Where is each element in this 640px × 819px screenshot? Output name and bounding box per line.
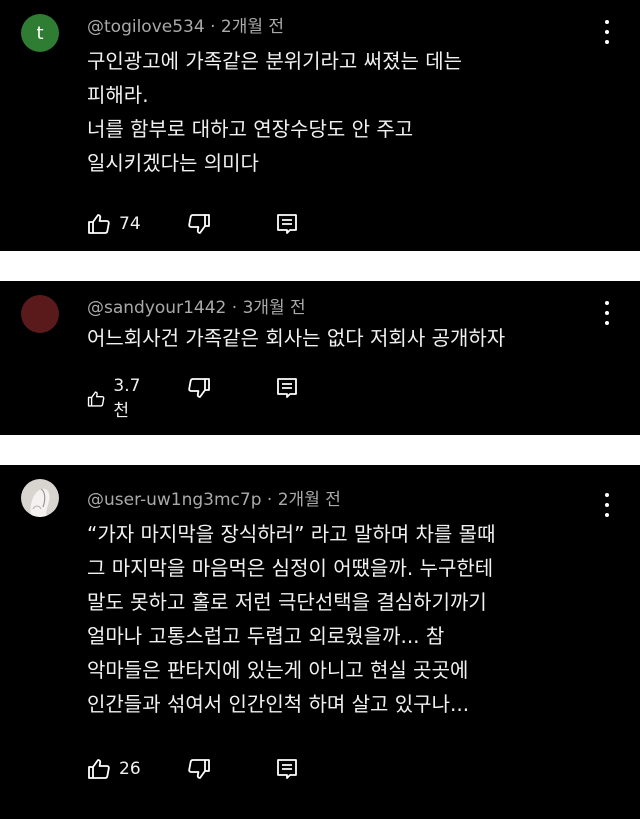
comment-text: “가자 마지막을 장식하러” 라고 말하며 차를 몰때 그 마지막을 마음먹은 … [87, 517, 567, 721]
username[interactable]: @sandyour1442 [87, 298, 226, 318]
dislike-button[interactable] [187, 212, 211, 236]
comment-meta: @sandyour1442 · 3개월 전 [87, 293, 306, 318]
reply-icon [277, 759, 297, 779]
comment-line: “가자 마지막을 장식하러” 라고 말하며 차를 몰때 [87, 522, 496, 546]
avatar[interactable] [21, 479, 59, 517]
avatar-image [30, 488, 50, 517]
separator-band [0, 435, 640, 465]
reply-button[interactable] [275, 212, 299, 236]
reply-button[interactable] [275, 757, 299, 781]
avatar[interactable] [21, 295, 59, 333]
username[interactable]: @user-uw1ng3mc7p [87, 490, 262, 510]
reply-icon [277, 214, 297, 234]
comment-text: 어느회사건 가족같은 회사는 없다 저회사 공개하자 [87, 321, 607, 355]
dislike-button[interactable] [187, 757, 211, 781]
comment-line: 인간들과 섞여서 인간인척 하며 살고 있구나... [87, 692, 470, 716]
comment-line: 악마들은 판타지에 있는게 아니고 현실 곳곳에 [87, 658, 469, 682]
thumbs-up-icon [88, 214, 110, 234]
separator-band [0, 251, 640, 281]
like-button[interactable]: 74 [87, 212, 141, 236]
thumbs-down-icon [188, 378, 210, 398]
thumbs-down-icon [188, 214, 210, 234]
comment-card: @sandyour1442 · 3개월 전 어느회사건 가족같은 회사는 없다 … [0, 281, 640, 435]
like-button[interactable]: 26 [87, 757, 141, 781]
avatar[interactable]: t [21, 14, 59, 52]
comment-line: 일시키겠다는 의미다 [87, 151, 259, 175]
comment-line: 말도 못하고 홀로 저런 극단선택을 결심하기까기 [87, 590, 487, 614]
comment-line: 얼마나 고통스럽고 두렵고 외로웠을까... 참 [87, 624, 445, 648]
comment-text: 구인광고에 가족같은 분위기라고 써졌는 데는 피해라. 너를 함부로 대하고 … [87, 44, 567, 180]
username[interactable]: @togilove534 [87, 17, 205, 37]
comment-card: t @togilove534 · 2개월 전 구인광고에 가족같은 분위기라고 … [0, 0, 640, 251]
dislike-button[interactable] [187, 376, 211, 400]
comment-line: 피해라. [87, 83, 149, 107]
meta-separator: · [266, 490, 273, 510]
comment-line: 구인광고에 가족같은 분위기라고 써졌는 데는 [87, 49, 463, 73]
comment-meta: @user-uw1ng3mc7p · 2개월 전 [87, 485, 341, 510]
avatar-letter: t [36, 22, 44, 44]
like-count: 3.7천 [113, 376, 141, 421]
thumbs-down-icon [188, 759, 210, 779]
comment-line: 너를 함부로 대하고 연장수당도 안 주고 [87, 117, 414, 141]
reply-button[interactable] [275, 376, 299, 400]
timestamp[interactable]: 2개월 전 [221, 17, 284, 37]
timestamp[interactable]: 3개월 전 [243, 298, 306, 318]
comment-line: 그 마지막을 마음먹은 심정이 어땠을까. 누구한테 [87, 556, 494, 580]
comment-line: 어느회사건 가족같은 회사는 없다 저회사 공개하자 [87, 326, 506, 350]
meta-separator: · [210, 17, 216, 37]
more-vert-icon[interactable] [604, 493, 610, 517]
meta-separator: · [231, 298, 238, 318]
reply-icon [277, 378, 297, 398]
comment-meta: @togilove534 · 2개월 전 [87, 12, 284, 37]
like-count: 26 [119, 759, 141, 779]
comment-card: @user-uw1ng3mc7p · 2개월 전 “가자 마지막을 장식하러” … [0, 465, 640, 819]
timestamp[interactable]: 2개월 전 [278, 490, 341, 510]
thumbs-up-icon [88, 759, 110, 779]
thumbs-up-icon [87, 390, 105, 407]
like-button[interactable]: 3.7천 [87, 376, 146, 421]
more-vert-icon[interactable] [604, 20, 610, 44]
like-count: 74 [119, 214, 141, 234]
